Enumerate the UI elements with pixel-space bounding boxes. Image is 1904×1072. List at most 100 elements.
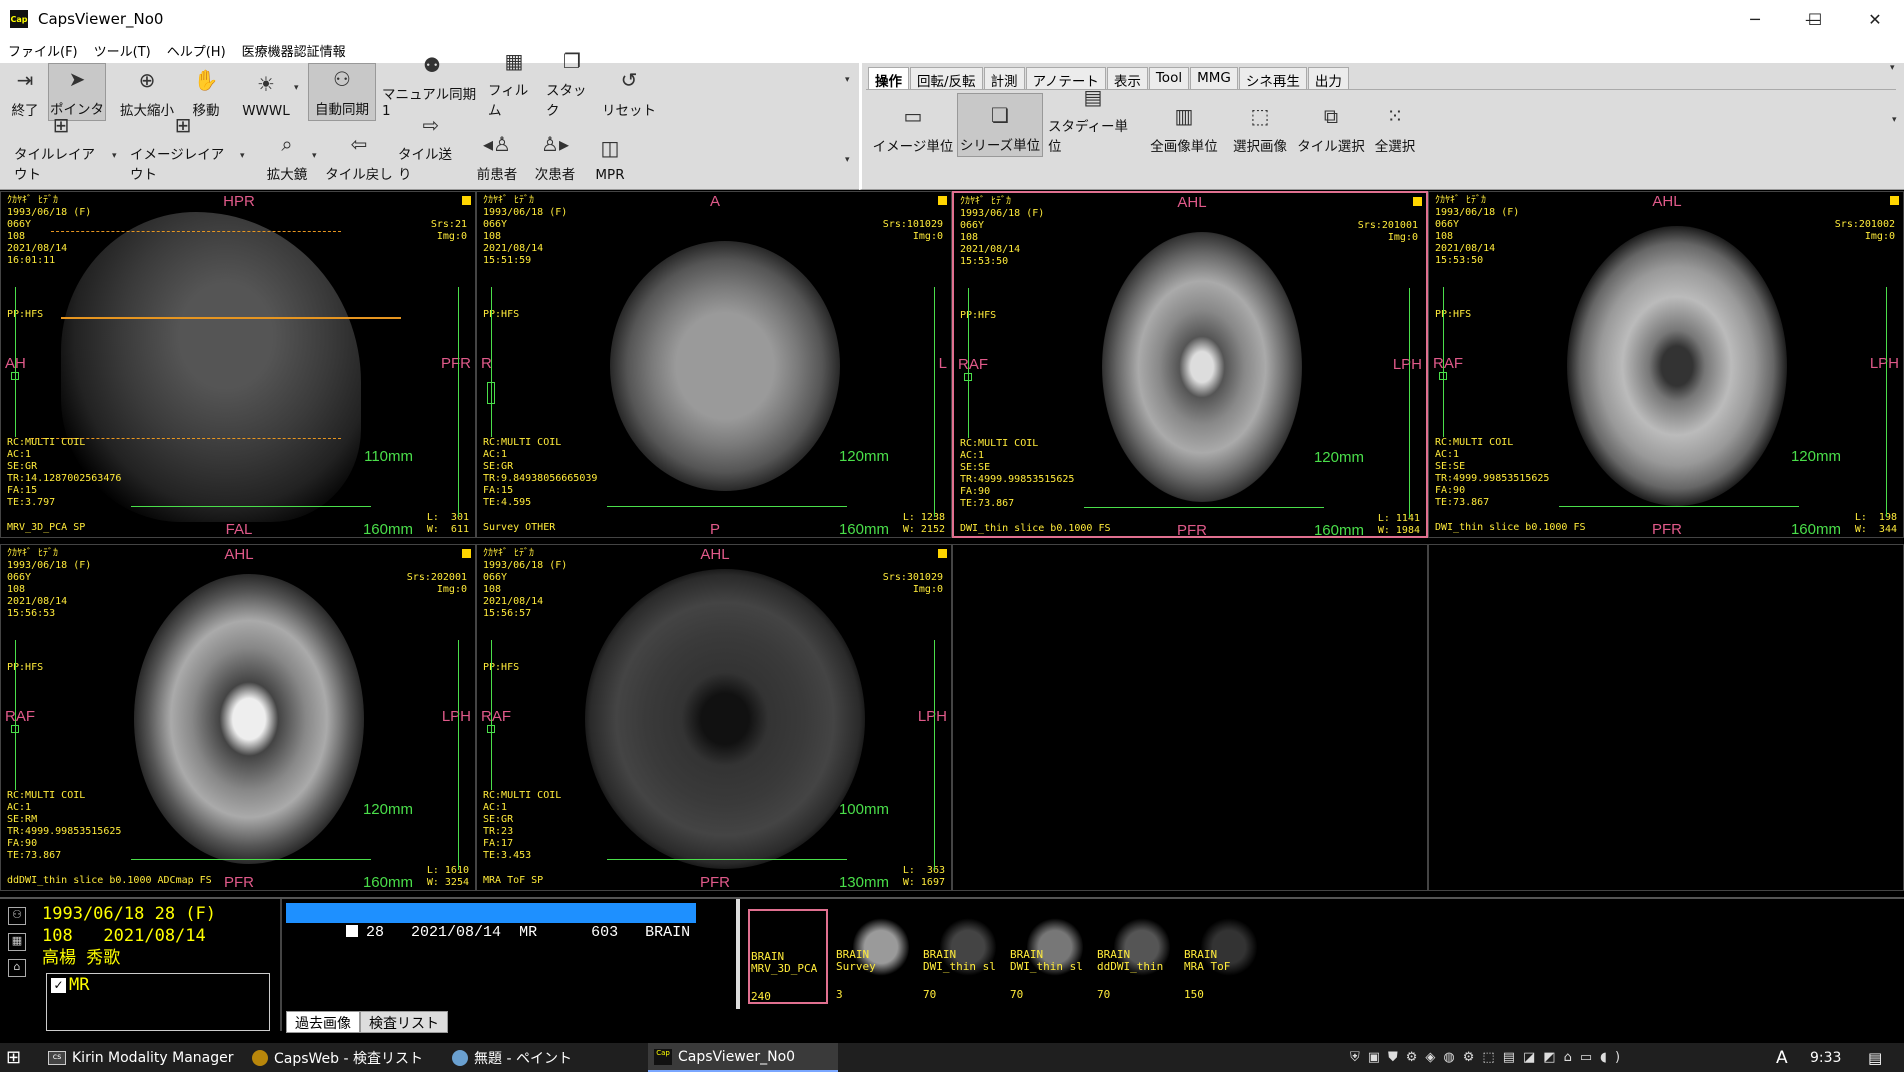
minimize-button[interactable]: ─ <box>1726 0 1784 38</box>
viewport-4[interactable]: ｸｶﾔｷﾞ ﾋﾃﾞｶ 1993/06/18 (F) 066Y 108 2021/… <box>1428 191 1904 538</box>
slice-position-marker[interactable] <box>11 725 19 733</box>
maximize-button[interactable]: ☐ <box>1786 0 1844 38</box>
start-icon[interactable]: ⊞ <box>6 1043 21 1072</box>
tile-select-button[interactable]: ⧉ タイル選択 <box>1296 93 1366 157</box>
tab-operation[interactable]: 操作 <box>868 67 909 90</box>
slice-scrollbar[interactable] <box>968 288 969 438</box>
all-images-button[interactable]: ▥ 全画像単位 <box>1144 93 1224 157</box>
mr-checkbox[interactable]: ✓ <box>51 978 66 993</box>
orientation-right: PFR <box>441 355 471 372</box>
taskbar-item-capsweb[interactable]: CapsWeb - 検査リスト <box>252 1043 423 1072</box>
tab-mmg[interactable]: MMG <box>1190 67 1238 89</box>
taskbar-item-kirin[interactable]: cs Kirin Modality Manager <box>48 1043 234 1072</box>
series-thumbnail[interactable]: BRAIN DWI_thin sl 70 <box>1009 909 1089 1004</box>
wwwl-button[interactable]: ☀ WWWL <box>236 63 296 121</box>
viewport-3[interactable]: ｸｶﾔｷﾞ ﾋﾃﾞｶ 1993/06/18 (F) 066Y 108 2021/… <box>952 191 1428 538</box>
orientation-top: AHL <box>224 546 254 563</box>
menu-cert[interactable]: 医療機器認証情報 <box>234 41 354 60</box>
vertical-scale <box>1886 287 1887 517</box>
tab-exam-list[interactable]: 検査リスト <box>360 1011 448 1033</box>
series-number: Srs:201002 Img:0 <box>1834 219 1895 242</box>
viewport-1[interactable]: ｸｶﾔｷﾞ ﾋﾃﾞｶ 1993/06/18 (F) 066Y 108 2021/… <box>0 191 476 538</box>
menu-tools[interactable]: ツール(T) <box>86 41 159 60</box>
thumb-count: 3 <box>836 988 843 1001</box>
horizontal-scale-label: 160mm <box>362 874 413 891</box>
slice-position-marker[interactable] <box>1439 372 1447 380</box>
menu-bar: ファイル(F) ツール(T) ヘルプ(H) 医療機器認証情報 <box>0 38 1904 63</box>
auto-sync-button[interactable]: ⚇ 自動同期 <box>308 63 376 121</box>
mr-image <box>134 573 364 864</box>
exit-button[interactable]: ⇥ 終了 <box>4 63 46 121</box>
operations-panel: 操作 回転/反転 計測 アノテート 表示 Tool MMG シネ再生 出力 ▾ … <box>859 63 1904 190</box>
menu-file[interactable]: ファイル(F) <box>0 41 86 60</box>
system-tray-icons[interactable]: ⛨▣⛊⚙◈◍⚙⬚▤◪◩⌂▭◖) <box>1350 1043 1628 1072</box>
series-thumbnail[interactable]: BRAIN MRV_3D_PCA 240 <box>748 909 828 1004</box>
series-unit-button[interactable]: ❏ シリーズ単位 <box>957 93 1043 157</box>
tab-display[interactable]: 表示 <box>1106 67 1148 90</box>
study-info: 1993/06/18 (F) 066Y 108 2021/08/14 15:56… <box>7 560 92 619</box>
prev-patient-button[interactable]: ◂♙ 前患者 <box>470 127 524 185</box>
series-thumbnail[interactable]: BRAIN ddDWI_thin 70 <box>1096 909 1176 1004</box>
study-row[interactable]: 28 2021/08/14 MR 603 BRAIN <box>286 903 696 941</box>
tab-output[interactable]: 出力 <box>1307 67 1349 90</box>
film-frame-icon: ▭ <box>903 104 923 128</box>
viewport-6[interactable]: ｸｶﾔｷﾞ ﾋﾃﾞｶ 1993/06/18 (F) 066Y 108 2021/… <box>476 544 952 891</box>
tab-cine[interactable]: シネ再生 <box>1238 67 1307 90</box>
slice-scrollbar[interactable] <box>1443 287 1444 437</box>
thumb-count: 70 <box>923 988 937 1001</box>
slice-scrollbar[interactable] <box>491 640 492 790</box>
image-unit-button[interactable]: ▭ イメージ単位 <box>872 93 954 157</box>
ime-indicator[interactable]: A <box>1776 1043 1788 1072</box>
tab-rotate[interactable]: 回転/反転 <box>910 67 983 90</box>
study-unit-button[interactable]: ▤ スタディー単位 <box>1048 85 1138 157</box>
viewport-empty-7[interactable] <box>952 544 1428 891</box>
thumb-series: MRV_3D_PCA <box>751 962 818 975</box>
reset-button[interactable]: ↺ リセット <box>602 63 656 121</box>
select-all-button[interactable]: ⁙ 全選択 <box>1368 93 1422 157</box>
patient-icon[interactable]: ⚇ <box>8 907 26 925</box>
horizontal-scale-label: 160mm <box>1313 522 1364 538</box>
taskbar-item-paint[interactable]: 無題 - ペイント <box>452 1043 572 1072</box>
patient-position: PP:HFS <box>483 662 520 673</box>
tile-back-button[interactable]: ⇦ タイル戻し <box>324 127 394 185</box>
taskbar-item-capsviewer[interactable]: Cap CapsViewer_No0 <box>648 1043 838 1072</box>
slice-scrollbar[interactable] <box>15 640 16 790</box>
series-thumbnail[interactable]: BRAIN Survey 3 <box>835 909 915 1004</box>
slice-scrollbar[interactable] <box>15 287 16 437</box>
orientation-top: AHL <box>1177 194 1207 211</box>
slice-position-marker[interactable] <box>11 372 19 380</box>
home-icon[interactable]: ⌂ <box>8 959 26 977</box>
clock[interactable]: 9:33 <box>1810 1043 1841 1072</box>
viewport-empty-8[interactable] <box>1428 544 1904 891</box>
tab-tool[interactable]: Tool <box>1148 67 1190 89</box>
slice-position-marker[interactable] <box>487 725 495 733</box>
next-patient-button[interactable]: ♙▸ 次患者 <box>528 127 582 185</box>
slice-scrollbar[interactable] <box>491 287 492 437</box>
slice-position-marker[interactable] <box>487 382 495 404</box>
film-button[interactable]: ▦ フィルム <box>488 49 540 121</box>
reference-line <box>51 231 341 232</box>
mpr-button[interactable]: ◫ MPR <box>588 127 632 185</box>
series-number: Srs:202001 Img:0 <box>406 572 467 595</box>
series-thumbnail[interactable]: BRAIN MRA ToF 150 <box>1183 909 1263 1004</box>
magnifier-button[interactable]: ⌕ 拡大鏡 <box>258 127 316 185</box>
horizontal-scale <box>1084 507 1324 508</box>
stack-button[interactable]: ❐ スタック <box>546 49 598 121</box>
tab-past-images[interactable]: 過去画像 <box>286 1011 360 1033</box>
viewport-5[interactable]: ｸｶﾔｷﾞ ﾋﾃﾞｶ 1993/06/18 (F) 066Y 108 2021/… <box>0 544 476 891</box>
tile-layout-button[interactable]: ⊞ タイルレイアウト <box>14 113 108 185</box>
menu-help[interactable]: ヘルプ(H) <box>159 41 234 60</box>
notification-icon[interactable]: ▤ <box>1868 1043 1882 1072</box>
tab-measure[interactable]: 計測 <box>983 67 1025 90</box>
vertical-scale-label: 120mm <box>362 801 413 818</box>
study-checkbox[interactable] <box>346 925 359 937</box>
magnifier-icon: ⌕ <box>281 132 293 156</box>
tile-next-button[interactable]: ⇨ タイル送り <box>398 113 464 185</box>
image-layout-button[interactable]: ⊞ イメージレイアウト <box>130 113 236 185</box>
series-thumbnail[interactable]: BRAIN DWI_thin sl 70 <box>922 909 1002 1004</box>
grid-view-icon[interactable]: ▦ <box>8 933 26 951</box>
viewport-2[interactable]: ｸｶﾔｷﾞ ﾋﾃﾞｶ 1993/06/18 (F) 066Y 108 2021/… <box>476 191 952 538</box>
selected-image-button[interactable]: ⬚ 選択画像 <box>1228 93 1292 157</box>
close-button[interactable]: ✕ <box>1846 0 1904 38</box>
slice-position-marker[interactable] <box>964 373 972 381</box>
